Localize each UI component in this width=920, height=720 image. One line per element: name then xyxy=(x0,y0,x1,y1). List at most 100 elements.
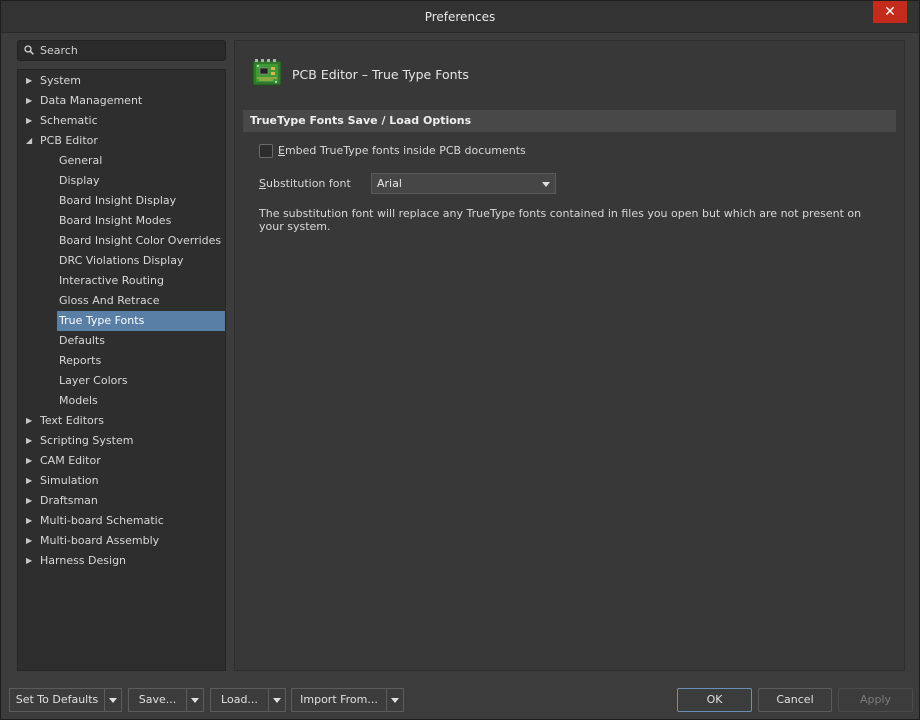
tree-item-gloss-and-retrace[interactable]: Gloss And Retrace xyxy=(18,291,225,311)
tree-item-general[interactable]: General xyxy=(18,151,225,171)
tree-item-display[interactable]: Display xyxy=(18,171,225,191)
tree-item-label: CAM Editor xyxy=(40,451,101,471)
tree-item-label: Multi-board Schematic xyxy=(40,511,164,531)
chevron-down-icon xyxy=(391,698,399,703)
embed-fonts-label[interactable]: Embed TrueType fonts inside PCB document… xyxy=(278,144,526,157)
tree-item-label: Schematic xyxy=(40,111,98,131)
import-from-split-button: Import From... xyxy=(291,688,403,712)
expand-arrow-icon[interactable]: ▶ xyxy=(26,471,36,491)
preferences-dialog: Preferences ✕ ▶ System ▶ Data Management… xyxy=(0,0,920,720)
search-input[interactable] xyxy=(40,42,220,59)
tree-item-true-type-fonts[interactable]: True Type Fonts xyxy=(18,311,225,331)
tree-item-simulation[interactable]: ▶ Simulation xyxy=(18,471,225,491)
title-bar: Preferences ✕ xyxy=(1,1,919,33)
expand-arrow-icon[interactable]: ▶ xyxy=(26,91,36,111)
embed-fonts-label-text: mbed TrueType fonts inside PCB documents xyxy=(285,144,526,157)
substitution-font-label-accelerator: S xyxy=(259,177,266,190)
expand-arrow-icon[interactable]: ▶ xyxy=(26,71,36,91)
tree-item-label: True Type Fonts xyxy=(57,311,225,331)
tree-item-label: Board Insight Modes xyxy=(59,211,171,231)
chevron-down-icon xyxy=(273,698,281,703)
tree-item-label: System xyxy=(40,71,81,91)
content-panel: PCB Editor – True Type Fonts TrueType Fo… xyxy=(234,40,905,671)
tree-item-harness-design[interactable]: ▶ Harness Design xyxy=(18,551,225,571)
section-header: TrueType Fonts Save / Load Options xyxy=(243,110,896,132)
set-to-defaults-button[interactable]: Set To Defaults xyxy=(9,688,104,712)
set-to-defaults-dropdown[interactable] xyxy=(104,688,122,712)
search-box[interactable] xyxy=(17,40,226,61)
tree-item-models[interactable]: Models xyxy=(18,391,225,411)
tree-item-label: Defaults xyxy=(59,331,105,351)
tree-item-multi-board-schematic[interactable]: ▶ Multi-board Schematic xyxy=(18,511,225,531)
tree-item-label: Board Insight Color Overrides xyxy=(59,231,221,251)
tree-item-label: Scripting System xyxy=(40,431,133,451)
tree-item-label: Display xyxy=(59,171,100,191)
tree-item-label: DRC Violations Display xyxy=(59,251,183,271)
set-to-defaults-split-button: Set To Defaults xyxy=(9,688,121,712)
expand-arrow-icon[interactable]: ▶ xyxy=(26,111,36,131)
expand-arrow-icon[interactable]: ▶ xyxy=(26,551,36,571)
collapse-arrow-icon[interactable]: ◢ xyxy=(26,131,36,151)
tree-item-scripting-system[interactable]: ▶ Scripting System xyxy=(18,431,225,451)
tree-item-label: Board Insight Display xyxy=(59,191,176,211)
tree-item-draftsman[interactable]: ▶ Draftsman xyxy=(18,491,225,511)
substitution-description: The substitution font will replace any T… xyxy=(259,207,879,233)
tree-item-label: Draftsman xyxy=(40,491,98,511)
expand-arrow-icon[interactable]: ▶ xyxy=(26,531,36,551)
dialog-title: Preferences xyxy=(1,10,919,24)
tree-item-board-insight-color-overrides[interactable]: Board Insight Color Overrides xyxy=(18,231,225,251)
expand-arrow-icon[interactable]: ▶ xyxy=(26,411,36,431)
tree-item-multi-board-assembly[interactable]: ▶ Multi-board Assembly xyxy=(18,531,225,551)
tree-item-schematic[interactable]: ▶ Schematic xyxy=(18,111,225,131)
expand-arrow-icon[interactable]: ▶ xyxy=(26,511,36,531)
tree-item-text-editors[interactable]: ▶ Text Editors xyxy=(18,411,225,431)
tree-item-pcb-editor[interactable]: ◢ PCB Editor xyxy=(18,131,225,151)
chevron-down-icon xyxy=(109,698,117,703)
apply-button[interactable]: Apply xyxy=(838,688,913,712)
tree-item-label: Text Editors xyxy=(40,411,104,431)
tree-item-label: PCB Editor xyxy=(40,131,98,151)
tree-item-layer-colors[interactable]: Layer Colors xyxy=(18,371,225,391)
tree-item-label: Interactive Routing xyxy=(59,271,164,291)
substitution-font-label-text: ubstitution font xyxy=(266,177,351,190)
tree-item-system[interactable]: ▶ System xyxy=(18,71,225,91)
ok-button[interactable]: OK xyxy=(677,688,752,712)
chevron-down-icon xyxy=(542,182,550,187)
tree-item-label: Multi-board Assembly xyxy=(40,531,159,551)
tree-item-interactive-routing[interactable]: Interactive Routing xyxy=(18,271,225,291)
preferences-tree: ▶ System ▶ Data Management ▶ Schematic ◢… xyxy=(17,69,226,671)
tree-item-label: Gloss And Retrace xyxy=(59,291,160,311)
pcb-board-icon xyxy=(251,57,283,89)
tree-item-cam-editor[interactable]: ▶ CAM Editor xyxy=(18,451,225,471)
save-split-button: Save... xyxy=(128,688,203,712)
tree-item-board-insight-modes[interactable]: Board Insight Modes xyxy=(18,211,225,231)
expand-arrow-icon[interactable]: ▶ xyxy=(26,451,36,471)
close-button[interactable]: ✕ xyxy=(873,1,907,23)
tree-item-defaults[interactable]: Defaults xyxy=(18,331,225,351)
embed-fonts-checkbox[interactable] xyxy=(259,144,273,158)
substitution-font-value: Arial xyxy=(377,177,402,190)
import-from-dropdown[interactable] xyxy=(386,688,404,712)
tree-item-label: Reports xyxy=(59,351,101,371)
load-button[interactable]: Load... xyxy=(210,688,268,712)
cancel-button[interactable]: Cancel xyxy=(758,688,832,712)
tree-item-label: Models xyxy=(59,391,98,411)
search-icon xyxy=(24,45,34,55)
substitution-font-select[interactable]: Arial xyxy=(371,173,556,194)
import-from-button[interactable]: Import From... xyxy=(291,688,386,712)
save-dropdown[interactable] xyxy=(186,688,204,712)
tree-item-label: Layer Colors xyxy=(59,371,128,391)
load-dropdown[interactable] xyxy=(268,688,286,712)
tree-item-board-insight-display[interactable]: Board Insight Display xyxy=(18,191,225,211)
tree-item-label: Data Management xyxy=(40,91,142,111)
substitution-font-label: Substitution font xyxy=(259,177,351,190)
tree-item-data-management[interactable]: ▶ Data Management xyxy=(18,91,225,111)
tree-item-drc-violations-display[interactable]: DRC Violations Display xyxy=(18,251,225,271)
tree-item-label: Simulation xyxy=(40,471,99,491)
expand-arrow-icon[interactable]: ▶ xyxy=(26,431,36,451)
expand-arrow-icon[interactable]: ▶ xyxy=(26,491,36,511)
tree-item-label: Harness Design xyxy=(40,551,126,571)
save-button[interactable]: Save... xyxy=(128,688,186,712)
tree-item-reports[interactable]: Reports xyxy=(18,351,225,371)
tree-item-label: General xyxy=(59,151,102,171)
